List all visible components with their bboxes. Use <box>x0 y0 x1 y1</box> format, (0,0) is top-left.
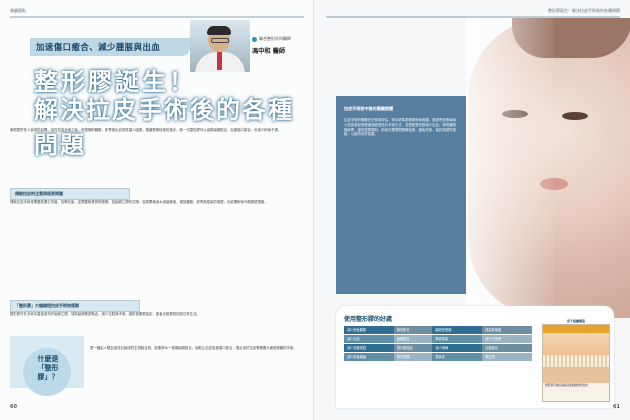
magazine-spread: 美麗觀點 加速傷口癒合、減少腫脹與出血 整形膠誕生！ 解決拉皮手術後的各種問題 … <box>0 0 630 420</box>
diagram-layer-lines <box>543 355 609 367</box>
table-cell: 組織貼合 <box>393 335 433 343</box>
paragraph-glue: 整形膠可在手術中直接塗布於組織之間，幫助組織緊密黏合，減少空腔與滲液，讓恢復期更… <box>10 312 200 316</box>
what-label: 什麼是 「整形膠」？ <box>29 355 67 382</box>
doctor-glasses <box>211 38 229 43</box>
table-row: 減少術後疤痕 提升效果 更安全 更自然 <box>344 353 533 361</box>
left-page: 美麗觀點 加速傷口癒合、減少腫脹與出血 整形膠誕生！ 解決拉皮手術後的各種問題 … <box>0 0 314 420</box>
benefits-title: 使用整形膠的好處 <box>344 316 393 323</box>
benefits-card: 使用整形膠的好處 減少術後腫脹 降低瘀青 縮短恢復期 提高舒適度 減少出血 組織… <box>336 306 614 408</box>
doctor-icon <box>252 36 257 42</box>
subtitle: 加速傷口癒合、減少腫脹與出血 <box>36 42 161 52</box>
section-label: 美麗觀點 <box>10 8 26 13</box>
table-cell: 減少術後腫脹 <box>344 326 394 334</box>
header-divider <box>10 16 304 18</box>
table-cell: 提高舒適度 <box>482 326 533 334</box>
table-row: 減少血腫風險 傷口更穩定 減少縫線 加速癒合 <box>344 344 533 352</box>
diagram-layer-top <box>543 325 609 333</box>
table-cell: 減少出血 <box>344 335 394 343</box>
table-cell: 縮短恢復期 <box>432 326 483 334</box>
diagram-layer-middle <box>543 333 609 355</box>
table-cell: 減少引流管 <box>482 335 533 343</box>
paragraph-traditional: 傳統拉皮手術常需要放置引流管、加壓包紮，並需要較長的恢復期。若組織之間有空隙，容… <box>10 200 268 204</box>
woman-face-photo <box>446 18 630 318</box>
table-cell: 減少術後疤痕 <box>344 353 394 361</box>
doctor-hospital: 聯合整形外科醫師 <box>259 36 291 41</box>
diagram-layer-bottom <box>543 367 609 383</box>
care-panel-text: 拉皮手術的關鍵在於術前評估、術中精準處理與術後照護。醫師會依照每個人的皮膚鬆弛程… <box>344 118 456 137</box>
what-label-line2: 「整形膠」？ <box>37 364 59 381</box>
eye-right <box>562 112 588 120</box>
diagram-title: 皮下組織構造 <box>566 319 585 323</box>
section-label-right: 整形膠誕生！解決拉皮手術後的各種問題 <box>548 8 620 13</box>
photo-glow <box>466 18 554 318</box>
table-cell: 降低感染 <box>432 335 483 343</box>
what-text: 是一種由人體血液成分製成的生物黏合劑，能像膠水一樣讓組織貼合，協助止血並促進傷口… <box>90 346 297 350</box>
table-cell: 減少縫線 <box>432 344 483 352</box>
table-cell: 加速癒合 <box>482 344 533 352</box>
table-cell: 降低瘀青 <box>393 326 433 334</box>
diagram-caption: 整形膠可讓皮膚與深層組織緊密貼合 <box>545 383 588 387</box>
table-cell: 傷口更穩定 <box>393 344 433 352</box>
page-number-left: 60 <box>10 404 17 410</box>
intro-text: 美觀是許多人追求的目標，但在拉皮手術之後，恢復期的腫脹、瘀青與出血常常讓人困擾。… <box>10 128 282 132</box>
table-cell: 更安全 <box>432 353 483 361</box>
section-box-traditional: 傳統拉皮的注意與復原問題 <box>10 188 130 200</box>
doctor-name: 馮中和 醫師 <box>252 48 286 55</box>
doctor-tie <box>217 52 222 70</box>
table-cell: 更自然 <box>482 353 533 361</box>
table-cell: 減少血腫風險 <box>344 344 394 352</box>
table-row: 減少術後腫脹 降低瘀青 縮短恢復期 提高舒適度 <box>344 326 533 334</box>
doctor-photo <box>190 20 250 72</box>
right-page: 整形膠誕生！解決拉皮手術後的各種問題 拉皮手術前中後的關鍵照護 拉皮手術的關鍵在… <box>316 0 630 420</box>
doctor-hair <box>207 26 231 35</box>
care-panel-title: 拉皮手術前中後的關鍵照護 <box>344 106 394 111</box>
page-number-right: 61 <box>613 404 620 410</box>
doctor-info: 聯合整形外科醫師 馮中和 醫師 <box>252 36 308 55</box>
table-cell: 提升效果 <box>393 353 433 361</box>
section-box-glue: 「整形膠」大幅縮短拉皮手術恢復期 <box>10 300 140 312</box>
benefits-table: 減少術後腫脹 降低瘀青 縮短恢復期 提高舒適度 減少出血 組織貼合 降低感染 減… <box>344 326 533 362</box>
table-row: 減少出血 組織貼合 降低感染 減少引流管 <box>344 335 533 343</box>
care-panel: 拉皮手術前中後的關鍵照護 拉皮手術的關鍵在於術前評估、術中精準處理與術後照護。醫… <box>336 96 466 294</box>
title-line-2: 解決拉皮手術後的各種問題 <box>34 95 294 159</box>
skin-diagram: 皮下組織構造 整形膠可讓皮膚與深層組織緊密貼合 <box>542 319 610 402</box>
what-label-line1: 什麼是 <box>37 355 59 363</box>
